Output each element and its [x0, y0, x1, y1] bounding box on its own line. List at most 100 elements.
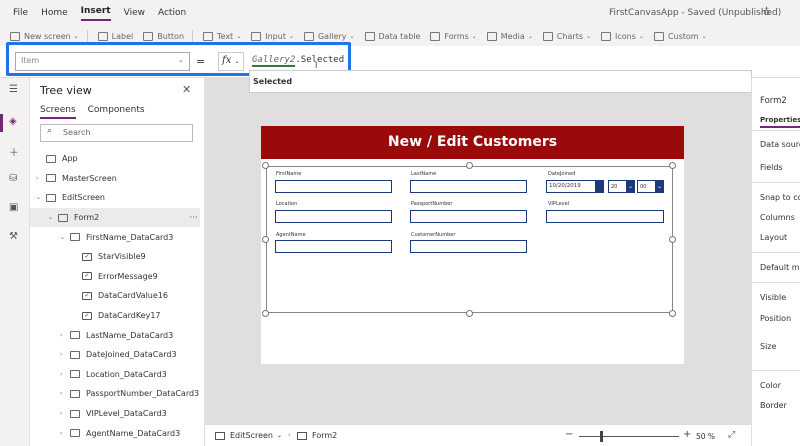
prop-layout[interactable]: Layout: [760, 233, 787, 242]
new-screen-button[interactable]: New screen ⌄: [10, 31, 79, 41]
button-button[interactable]: Button: [143, 31, 184, 41]
tree-item[interactable]: › AgentName_DataCard3: [30, 423, 200, 443]
tab-properties[interactable]: Properties: [760, 116, 800, 128]
resize-handle[interactable]: [669, 310, 676, 317]
prop-data-source[interactable]: Data source: [760, 140, 800, 149]
prop-columns[interactable]: Columns: [760, 213, 795, 222]
breadcrumb-screen[interactable]: EditScreen ⌄: [215, 431, 282, 440]
data-table-button[interactable]: Data table: [364, 31, 420, 41]
tree-item[interactable]: › LastName_DataCard3: [30, 325, 200, 345]
container-icon: [70, 429, 80, 438]
tree-item[interactable]: › VIPLevel_DataCard3: [30, 404, 200, 424]
tree-item[interactable]: ✓ StarVisible9: [30, 247, 200, 267]
tree-item[interactable]: › PassportNumber_DataCard3: [30, 384, 200, 404]
screen-icon: [215, 431, 225, 440]
chevron-down-icon[interactable]: ⌄: [60, 234, 70, 241]
tree-item[interactable]: ⌄ Form2 ···: [30, 207, 200, 228]
resize-handle[interactable]: [262, 310, 269, 317]
chevron-down-icon[interactable]: ⌄: [48, 214, 58, 221]
prop-position[interactable]: Position: [760, 314, 791, 323]
more-options-icon[interactable]: ···: [189, 213, 198, 223]
input-button[interactable]: Input ⌄: [251, 31, 294, 41]
menu-view[interactable]: View: [124, 8, 145, 18]
firstname-input[interactable]: [275, 180, 392, 193]
prop-border[interactable]: Border: [760, 401, 787, 410]
prop-default-mode[interactable]: Default mode: [760, 263, 800, 272]
chevron-right-icon[interactable]: ›: [60, 332, 70, 339]
menu-action[interactable]: Action: [158, 8, 186, 18]
zoom-in-button[interactable]: +: [683, 429, 691, 440]
tree-item[interactable]: › DateJoined_DataCard3: [30, 345, 200, 365]
hamburger-menu-icon[interactable]: ☰: [9, 84, 18, 95]
prop-color[interactable]: Color: [760, 381, 781, 390]
media-icon[interactable]: ▣: [9, 202, 18, 213]
prop-fields[interactable]: Fields: [760, 163, 783, 172]
tree-item[interactable]: ✓ ErrorMessage9: [30, 267, 200, 287]
zoom-slider-track[interactable]: [579, 436, 679, 437]
passport-input[interactable]: [410, 210, 527, 223]
menu-insert[interactable]: Insert: [80, 6, 111, 21]
close-icon[interactable]: ✕: [182, 83, 191, 96]
chevron-right-icon[interactable]: ›: [60, 351, 70, 358]
resize-handle[interactable]: [466, 310, 473, 317]
text-button[interactable]: Text ⌄: [203, 31, 241, 41]
chevron-right-icon[interactable]: ›: [36, 175, 46, 182]
breadcrumb-control[interactable]: Form2: [297, 431, 337, 440]
chevron-down-icon[interactable]: ⌄: [655, 180, 664, 193]
tools-icon[interactable]: ⚒: [9, 231, 18, 242]
chevron-right-icon[interactable]: ›: [60, 410, 70, 417]
tab-components[interactable]: Components: [88, 105, 145, 119]
charts-button[interactable]: Charts ⌄: [542, 31, 591, 41]
chevron-right-icon[interactable]: ›: [60, 430, 70, 437]
fullscreen-icon[interactable]: ⤢: [728, 430, 735, 440]
tree-item-label: DataCardKey17: [98, 311, 161, 321]
resize-handle[interactable]: [669, 162, 676, 169]
resize-handle[interactable]: [262, 236, 269, 243]
tab-screens[interactable]: Screens: [40, 105, 76, 119]
custom-button[interactable]: Custom ⌄: [653, 31, 707, 41]
gallery-button[interactable]: Gallery ⌄: [303, 31, 355, 41]
prop-snap[interactable]: Snap to columns: [760, 193, 800, 202]
resize-handle[interactable]: [669, 236, 676, 243]
database-icon[interactable]: ⛁: [9, 173, 17, 184]
tree-search-input[interactable]: Search: [40, 124, 193, 142]
forms-button[interactable]: Forms ⌄: [430, 31, 477, 41]
properties-panel: Form2 Properties Data source Fields Snap…: [751, 78, 800, 446]
calendar-icon[interactable]: [595, 180, 604, 193]
lastname-input[interactable]: [410, 180, 527, 193]
chevron-right-icon[interactable]: ›: [60, 390, 70, 397]
container-icon: [46, 174, 56, 183]
prop-size[interactable]: Size: [760, 342, 776, 351]
customer-input[interactable]: [410, 240, 527, 253]
vip-input[interactable]: [546, 210, 664, 223]
label-button[interactable]: Label: [97, 31, 133, 41]
location-input[interactable]: [275, 210, 392, 223]
resize-handle[interactable]: [262, 162, 269, 169]
media-button[interactable]: Media ⌄: [486, 31, 533, 41]
container-icon: [70, 233, 80, 242]
layers-icon[interactable]: ◈: [9, 116, 17, 127]
zoom-out-button[interactable]: −: [565, 429, 573, 440]
chevron-down-icon[interactable]: ⌄: [36, 194, 46, 201]
tree-item[interactable]: › MasterScreen: [30, 169, 200, 189]
tree-item[interactable]: › Location_DataCard3: [30, 365, 200, 385]
tree-item[interactable]: App: [30, 149, 200, 169]
intellisense-suggestion[interactable]: Selected: [249, 70, 752, 93]
stethoscope-icon[interactable]: ♁: [763, 7, 770, 18]
prop-visible[interactable]: Visible: [760, 293, 786, 302]
tree-item[interactable]: ✓ DataCardKey17: [30, 306, 200, 326]
screen-banner: New / Edit Customers: [261, 126, 684, 159]
zoom-slider-thumb[interactable]: [600, 431, 603, 442]
menu-home[interactable]: Home: [41, 8, 68, 18]
tree-item[interactable]: ⌄ FirstName_DataCard3: [30, 227, 200, 247]
tree-item[interactable]: ✓ DataCardValue16: [30, 286, 200, 306]
icons-button[interactable]: Icons ⌄: [601, 31, 644, 41]
chevron-right-icon[interactable]: ›: [60, 371, 70, 378]
agent-input[interactable]: [275, 240, 392, 253]
divider: [752, 252, 800, 253]
plus-icon[interactable]: ＋: [9, 144, 19, 159]
menu-file[interactable]: File: [13, 8, 28, 18]
tree-item[interactable]: ⌄ EditScreen: [30, 188, 200, 208]
resize-handle[interactable]: [466, 162, 473, 169]
chevron-down-icon[interactable]: ⌄: [626, 180, 635, 193]
